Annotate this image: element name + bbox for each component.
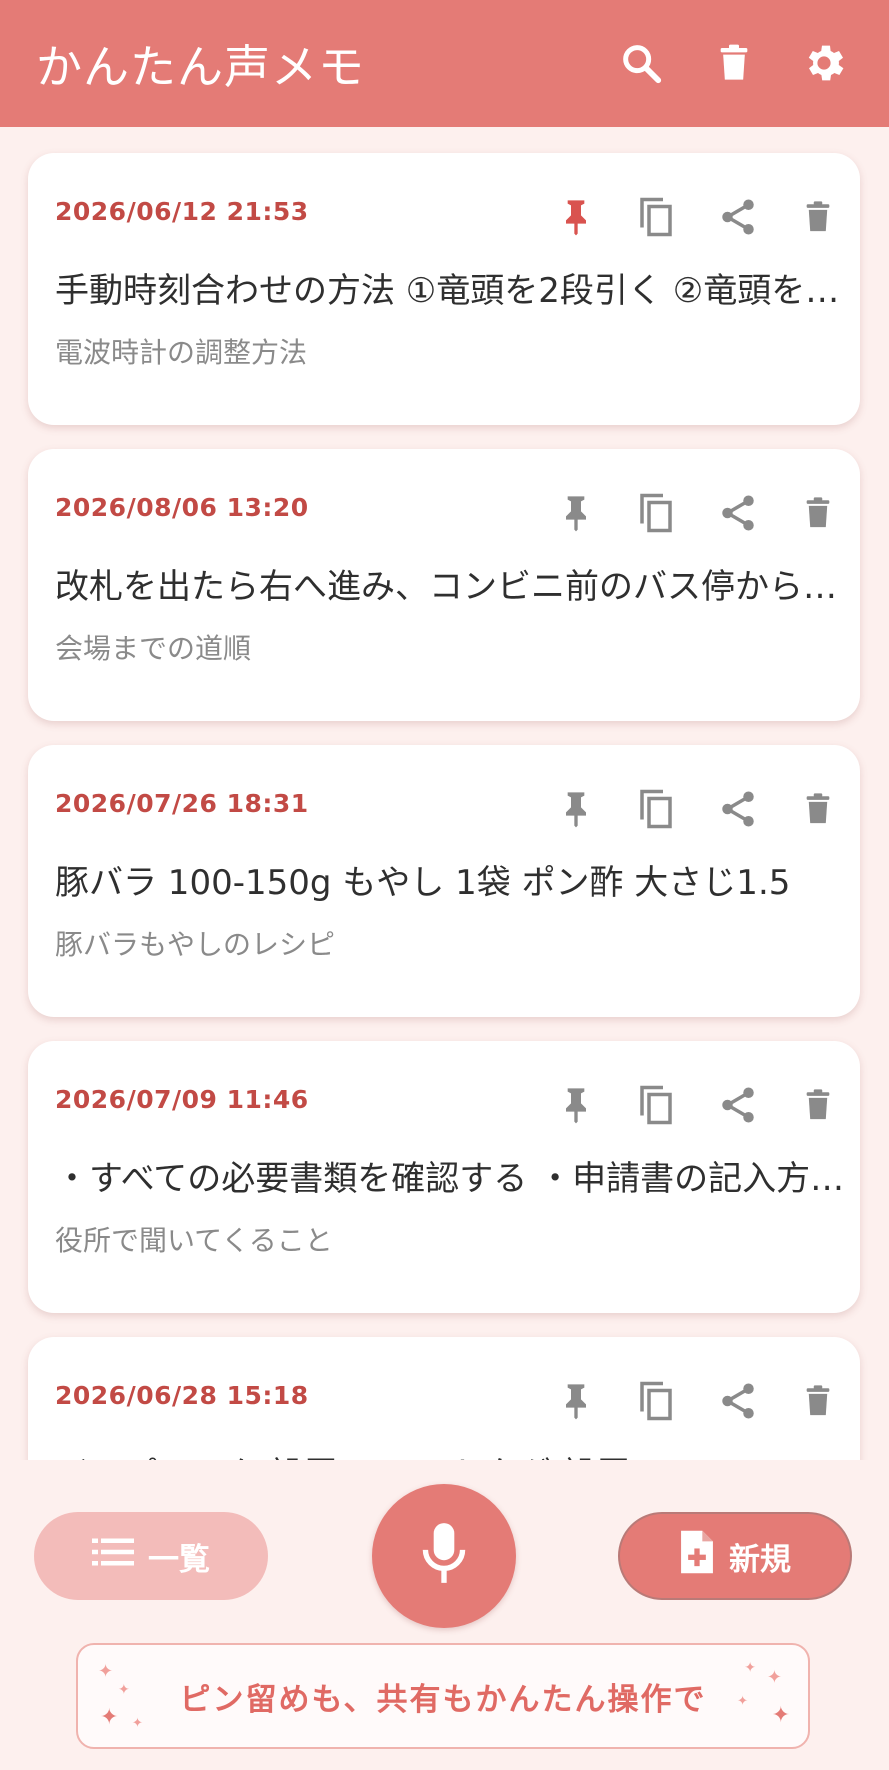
- memo-title: 役所で聞いてくること: [55, 1224, 333, 1257]
- memo-date: 2026/06/28 15:18: [55, 1381, 309, 1410]
- memo-list[interactable]: 2026/06/12 21:53 手動時刻合わせの方法 ①竜頭を2段引く ②竜頭…: [0, 127, 889, 1460]
- share-icon[interactable]: [710, 1077, 766, 1133]
- memo-card[interactable]: 2026/08/06 13:20 改札を出たら右へ進み、コンビニ前のバス停から乗…: [28, 449, 860, 721]
- share-icon[interactable]: [710, 189, 766, 245]
- memo-actions: [548, 1077, 838, 1125]
- sparkle-icon: ✦: [100, 1705, 119, 1730]
- sparkle-icon: ✦: [766, 1667, 782, 1688]
- memo-card[interactable]: 2026/07/26 18:31 豚バラ 100-150g もやし 1袋 ポン酢…: [28, 745, 860, 1017]
- memo-body: 手動時刻合わせの方法 ①竜頭を2段引く ②竜頭を回して時刻を合わせる: [55, 271, 855, 311]
- pin-icon[interactable]: [548, 781, 604, 837]
- sparkle-icon: ✦: [771, 1703, 790, 1728]
- pin-icon[interactable]: [548, 485, 604, 541]
- search-icon[interactable]: [616, 38, 666, 88]
- memo-actions: [548, 781, 838, 829]
- memo-card[interactable]: 2026/06/12 21:53 手動時刻合わせの方法 ①竜頭を2段引く ②竜頭…: [28, 153, 860, 425]
- memo-date: 2026/07/09 11:46: [55, 1085, 309, 1114]
- memo-date: 2026/07/26 18:31: [55, 789, 309, 818]
- memo-body: ・すべての必要書類を確認する ・申請書の記入方法を聞く: [55, 1159, 855, 1199]
- sparkle-icon: ✦: [98, 1661, 114, 1682]
- memo-body: ジップロック 設置 スマートタグ 設置: [55, 1447, 855, 1460]
- list-button-label: 一覧: [148, 1541, 210, 1578]
- memo-title: 豚バラもやしのレシピ: [55, 928, 336, 961]
- delete-icon[interactable]: [790, 1077, 846, 1133]
- copy-icon[interactable]: [628, 189, 684, 245]
- share-icon[interactable]: [710, 781, 766, 837]
- memo-card[interactable]: 2026/06/28 15:18 ジップロック 設置 スマートタグ 設置: [28, 1337, 860, 1460]
- delete-icon[interactable]: [790, 781, 846, 837]
- memo-date: 2026/06/12 21:53: [55, 197, 309, 226]
- sparkle-icon: ✦: [737, 1694, 748, 1709]
- memo-card[interactable]: 2026/07/09 11:46 ・すべての必要書類を確認する ・申請書の記入方…: [28, 1041, 860, 1313]
- delete-icon[interactable]: [790, 1373, 846, 1429]
- list-button[interactable]: 一覧: [34, 1512, 268, 1600]
- copy-icon[interactable]: [628, 1077, 684, 1133]
- pin-icon[interactable]: [548, 1373, 604, 1429]
- memo-title: 会場までの道順: [55, 632, 252, 665]
- memo-date: 2026/08/06 13:20: [55, 493, 309, 522]
- new-memo-button[interactable]: 新規: [618, 1512, 852, 1600]
- list-icon: [92, 1537, 134, 1575]
- memo-title: 電波時計の調整方法: [55, 336, 308, 369]
- copy-icon[interactable]: [628, 485, 684, 541]
- memo-body: 豚バラ 100-150g もやし 1袋 ポン酢 大さじ1.5: [55, 863, 791, 903]
- pin-icon[interactable]: [548, 1077, 604, 1133]
- memo-actions: [548, 1373, 838, 1421]
- memo-body: 改札を出たら右へ進み、コンビニ前のバス停から乗る: [55, 567, 855, 607]
- copy-icon[interactable]: [628, 1373, 684, 1429]
- memo-actions: [548, 189, 838, 237]
- trash-icon[interactable]: [709, 38, 759, 88]
- share-icon[interactable]: [710, 485, 766, 541]
- new-file-icon: [679, 1529, 715, 1583]
- sparkle-icon: ✦: [744, 1660, 756, 1676]
- app-bar: かんたん声メモ: [0, 0, 889, 127]
- share-icon[interactable]: [710, 1373, 766, 1429]
- record-button[interactable]: [372, 1484, 516, 1628]
- sparkle-icon: ✦: [132, 1716, 143, 1731]
- pin-icon[interactable]: [548, 189, 604, 245]
- delete-icon[interactable]: [790, 485, 846, 541]
- banner-text: ピン留めも、共有もかんたん操作で: [179, 1681, 707, 1718]
- delete-icon[interactable]: [790, 189, 846, 245]
- copy-icon[interactable]: [628, 781, 684, 837]
- microphone-icon: [419, 1521, 469, 1591]
- memo-actions: [548, 485, 838, 533]
- gear-icon[interactable]: [799, 38, 849, 88]
- sparkle-icon: ✦: [118, 1682, 130, 1698]
- app-title: かんたん声メモ: [36, 39, 365, 94]
- promo-banner: ✦ ✦ ✦ ✦ ピン留めも、共有もかんたん操作で ✦ ✦ ✦ ✦: [76, 1643, 810, 1749]
- new-memo-label: 新規: [729, 1541, 791, 1578]
